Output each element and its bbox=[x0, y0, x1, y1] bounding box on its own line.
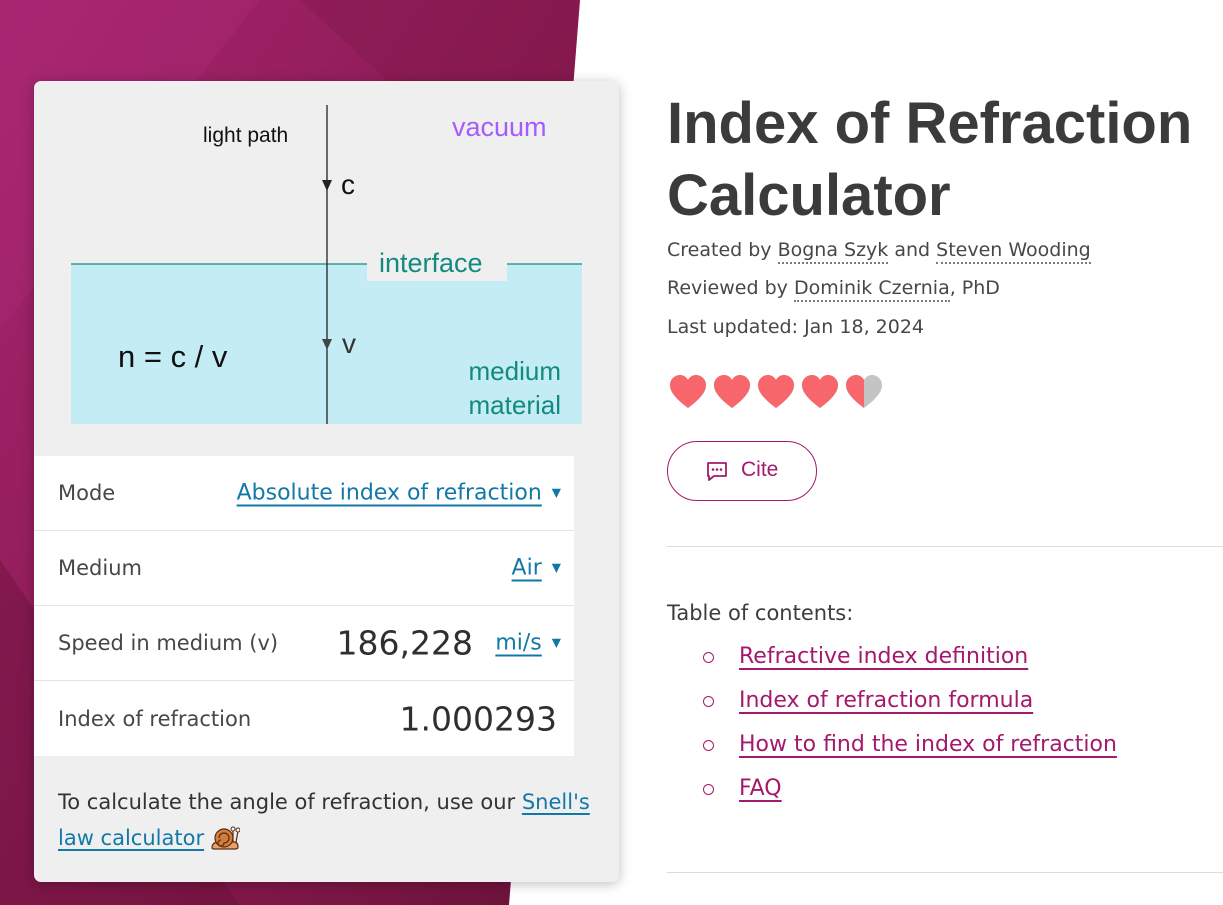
snail-icon bbox=[211, 826, 241, 850]
caret-down-icon: ▼ bbox=[551, 635, 561, 650]
index-label: Index of refraction bbox=[58, 706, 252, 731]
toc-item: Refractive index definition bbox=[703, 644, 1117, 688]
page-title: Index of Refraction Calculator bbox=[667, 91, 1193, 228]
material-label: material bbox=[469, 390, 561, 420]
rating-hearts[interactable] bbox=[668, 372, 888, 412]
heart-icon[interactable] bbox=[844, 372, 884, 412]
heart-icon[interactable] bbox=[756, 372, 796, 412]
table-of-contents: Refractive index definition Index of ref… bbox=[703, 644, 1117, 820]
medium-select[interactable]: Air ▼ bbox=[512, 556, 561, 581]
reviewer-link-dominik-czernia[interactable]: Dominik Czernia bbox=[793, 277, 950, 302]
toc-link-faq[interactable]: FAQ bbox=[739, 776, 782, 801]
speed-row: Speed in medium (v) 186,228 mi/s ▼ bbox=[34, 606, 574, 681]
last-updated: Last updated: Jan 18, 2024 bbox=[667, 316, 925, 338]
mode-select[interactable]: Absolute index of refraction ▼ bbox=[237, 481, 561, 506]
speed-unit-select[interactable]: mi/s ▼ bbox=[495, 631, 561, 656]
toc-item: FAQ bbox=[703, 776, 1117, 820]
circle-bullet-icon bbox=[703, 784, 714, 795]
mode-row: Mode Absolute index of refraction ▼ bbox=[34, 456, 574, 531]
medium-label: Medium bbox=[58, 556, 142, 580]
comment-icon bbox=[707, 462, 727, 481]
refraction-diagram: light path vacuum c interface n = c / v … bbox=[71, 105, 582, 424]
arrow-c-icon bbox=[322, 180, 332, 191]
circle-bullet-icon bbox=[703, 652, 714, 663]
cite-label: Cite bbox=[741, 458, 779, 481]
index-input[interactable]: 1.000293 bbox=[400, 699, 557, 738]
formula-label: n = c / v bbox=[118, 339, 228, 374]
interface-label: interface bbox=[379, 248, 483, 278]
c-label: c bbox=[341, 169, 355, 200]
mode-label: Mode bbox=[58, 481, 116, 505]
caret-down-icon: ▼ bbox=[551, 485, 561, 500]
light-path-label: light path bbox=[203, 124, 288, 147]
toc-link-refractive-index-definition[interactable]: Refractive index definition bbox=[739, 644, 1028, 669]
calculator-card: light path vacuum c interface n = c / v … bbox=[34, 81, 619, 882]
index-row: Index of refraction 1.000293 bbox=[34, 681, 574, 756]
medium-label: medium bbox=[469, 356, 561, 386]
toc-title: Table of contents: bbox=[667, 601, 854, 625]
calculator-note: To calculate the angle of refraction, us… bbox=[58, 790, 590, 850]
medium-row: Medium Air ▼ bbox=[34, 531, 574, 606]
author-link-steven-wooding[interactable]: Steven Wooding bbox=[936, 239, 1091, 264]
heart-icon[interactable] bbox=[712, 372, 752, 412]
circle-bullet-icon bbox=[703, 696, 714, 707]
speed-label: Speed in medium (v) bbox=[58, 631, 279, 655]
reviewed-by-line: Reviewed by Dominik Czernia, PhD bbox=[667, 277, 1000, 302]
heart-icon[interactable] bbox=[800, 372, 840, 412]
caret-down-icon: ▼ bbox=[551, 560, 561, 575]
heart-icon[interactable] bbox=[668, 372, 708, 412]
v-label: v bbox=[342, 328, 356, 359]
author-link-bogna-szyk[interactable]: Bogna Szyk bbox=[777, 239, 889, 264]
circle-bullet-icon bbox=[703, 740, 714, 751]
toc-link-index-of-refraction-formula[interactable]: Index of refraction formula bbox=[739, 688, 1033, 713]
cite-button[interactable]: Cite bbox=[667, 441, 817, 501]
calculator-fields: Mode Absolute index of refraction ▼ Mediu… bbox=[34, 456, 574, 756]
vacuum-label: vacuum bbox=[452, 112, 547, 142]
divider bbox=[667, 872, 1223, 873]
toc-item: Index of refraction formula bbox=[703, 688, 1117, 732]
toc-link-how-to-find[interactable]: How to find the index of refraction bbox=[739, 732, 1117, 757]
toc-item: How to find the index of refraction bbox=[703, 732, 1117, 776]
divider bbox=[667, 546, 1223, 547]
speed-input[interactable]: 186,228 bbox=[337, 624, 473, 663]
created-by-line: Created by Bogna Szyk and Steven Wooding bbox=[667, 239, 1091, 264]
